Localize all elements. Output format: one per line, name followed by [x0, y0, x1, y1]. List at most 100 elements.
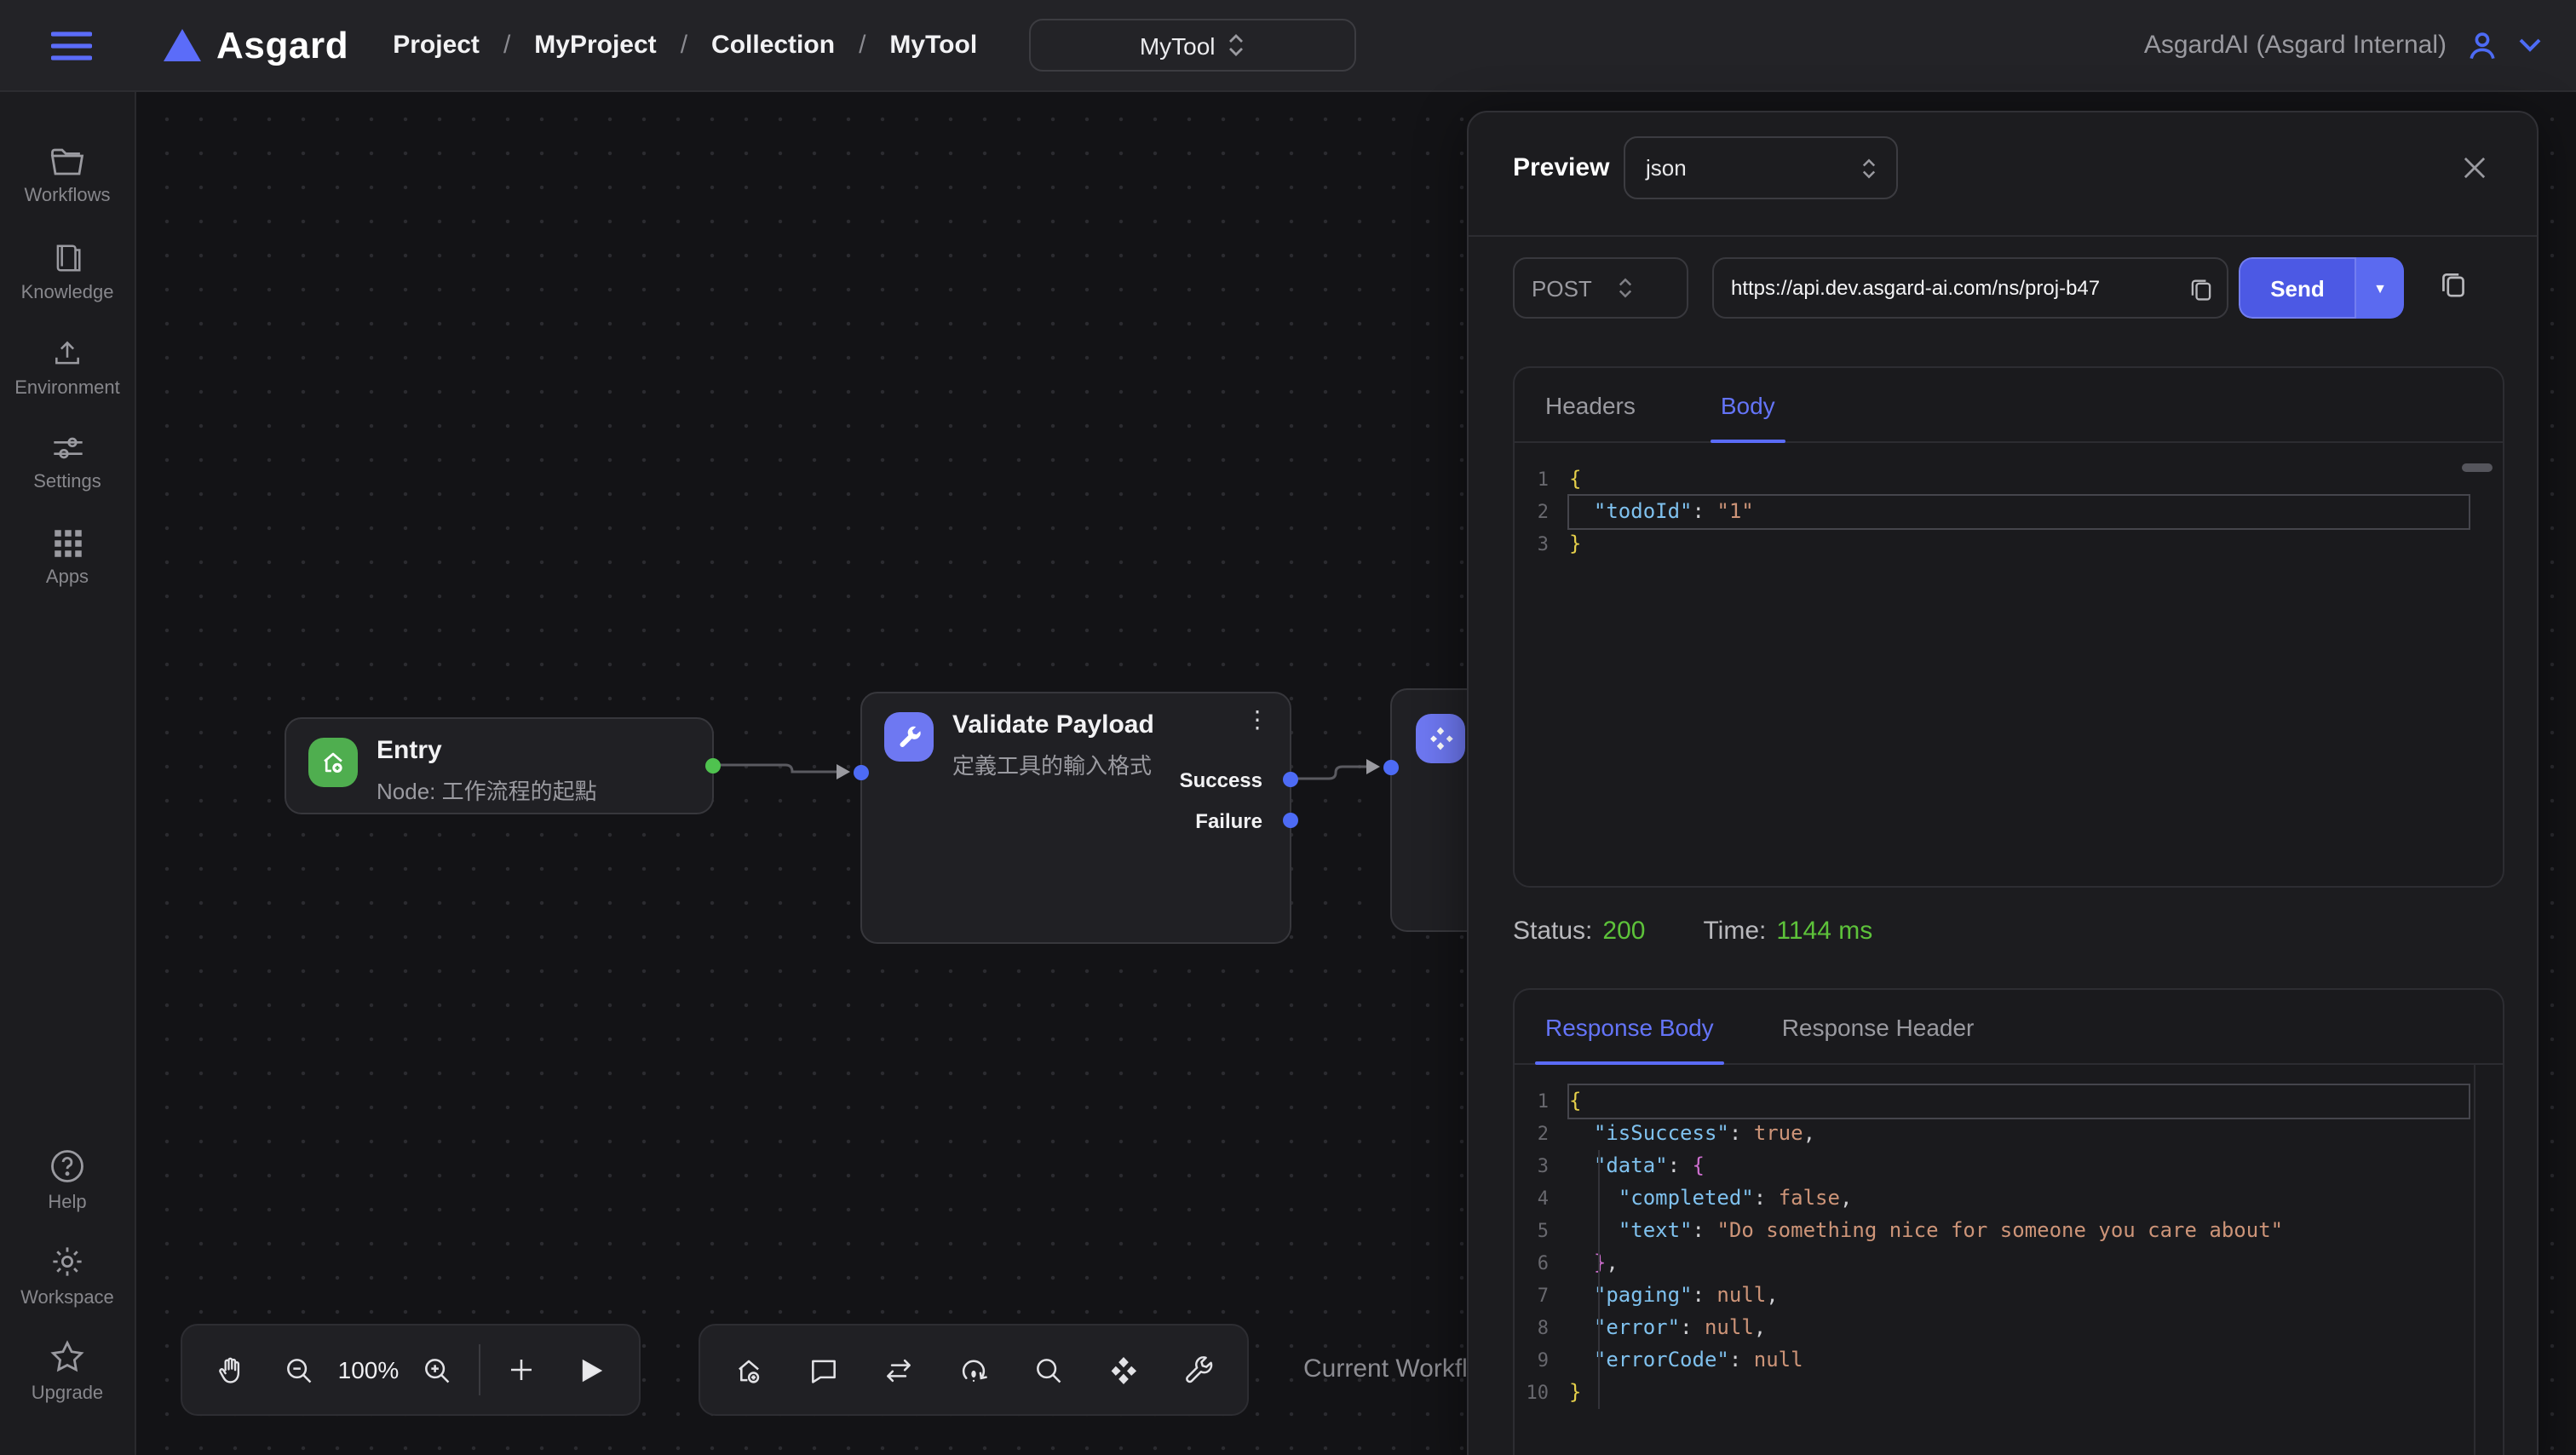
code-line[interactable]: 8 "error": null,	[1515, 1312, 2503, 1344]
chevron-down-icon[interactable]	[2518, 37, 2542, 53]
code-text: "errorCode": null	[1569, 1344, 2469, 1377]
response-card: Response Body Response Header 1{2 "isSuc…	[1513, 988, 2504, 1455]
breadcrumb-myproject[interactable]: MyProject	[534, 31, 656, 60]
output-port[interactable]	[705, 758, 721, 774]
breadcrumb-collection[interactable]: Collection	[711, 31, 835, 60]
node-entry[interactable]: Entry Node: 工作流程的起點	[285, 717, 714, 814]
sidebar-item-apps[interactable]: Apps	[0, 528, 135, 588]
chat-bubble-icon[interactable]	[785, 1332, 860, 1407]
zoom-level[interactable]: 100%	[335, 1356, 403, 1383]
format-select-value: json	[1646, 155, 1687, 181]
triangle-logo-icon	[164, 29, 201, 61]
account-area: AsgardAI (Asgard Internal)	[2144, 26, 2542, 64]
copy-response-icon[interactable]	[2440, 269, 2467, 298]
wrench-icon[interactable]	[1162, 1332, 1237, 1407]
zoom-in-icon[interactable]	[402, 1332, 471, 1407]
play-icon[interactable]	[556, 1332, 625, 1407]
tab-headers[interactable]: Headers	[1545, 368, 1636, 441]
tab-response-body[interactable]: Response Body	[1545, 990, 1714, 1063]
breadcrumb: Project / MyProject / Collection / MyToo…	[393, 31, 977, 60]
sidebar-item-upgrade[interactable]: Upgrade	[0, 1339, 135, 1404]
url-input[interactable]: https://api.dev.asgard-ai.com/ns/proj-b4…	[1712, 257, 2228, 319]
node-subtitle: Node: 工作流程的起點	[377, 774, 597, 806]
sidebar-item-help[interactable]: Help	[0, 1148, 135, 1213]
method-select-value: POST	[1532, 275, 1592, 301]
line-number: 7	[1515, 1280, 1569, 1312]
scrollbar-track[interactable]	[2474, 1065, 2475, 1455]
help-circle-icon	[49, 1148, 85, 1184]
book-icon	[51, 242, 83, 274]
folder-icon	[49, 147, 85, 177]
response-body-editor[interactable]: 1{2 "isSuccess": true,3 "data": {4 "comp…	[1515, 1065, 2503, 1409]
brand-name: Asgard	[216, 23, 348, 67]
house-plus-icon[interactable]	[710, 1332, 785, 1407]
sidebar-label: Help	[48, 1193, 86, 1213]
node-validate-payload[interactable]: Validate Payload 定義工具的輸入格式 ⋮ Success Fai…	[860, 692, 1291, 944]
canvas-zoom-toolbar: 100%	[181, 1324, 641, 1416]
line-number: 1	[1515, 1085, 1569, 1118]
request-body-editor[interactable]: 1{2 "todoId": "1"3}	[1515, 443, 2503, 561]
chevron-updown-icon	[1619, 278, 1633, 298]
wrench-icon	[884, 712, 934, 762]
code-text: "text": "Do something nice for someone y…	[1569, 1215, 2469, 1247]
sidebar-label: Knowledge	[21, 283, 114, 303]
pan-hand-icon[interactable]	[196, 1332, 265, 1407]
code-line[interactable]: 1{	[1515, 1085, 2503, 1118]
input-port[interactable]	[1383, 760, 1399, 775]
menu-icon[interactable]	[51, 30, 92, 60]
sidebar-item-environment[interactable]: Environment	[0, 337, 135, 399]
code-line[interactable]: 2 "todoId": "1"	[1515, 496, 2503, 528]
time-value: 1144 ms	[1776, 917, 1872, 946]
sidebar-label: Workflows	[24, 186, 110, 206]
close-icon[interactable]	[2464, 157, 2486, 179]
format-select[interactable]: json	[1624, 136, 1898, 199]
node-toolbar	[699, 1324, 1249, 1416]
code-line[interactable]: 7 "paging": null,	[1515, 1280, 2503, 1312]
sidebar-label: Settings	[33, 472, 101, 492]
code-text: "data": {	[1569, 1150, 2469, 1182]
code-line[interactable]: 9 "errorCode": null	[1515, 1344, 2503, 1377]
output-port-success[interactable]	[1283, 772, 1298, 787]
breadcrumb-project[interactable]: Project	[393, 31, 480, 60]
code-line[interactable]: 1{	[1515, 463, 2503, 496]
code-line[interactable]: 3 "data": {	[1515, 1150, 2503, 1182]
code-line[interactable]: 4 "completed": false,	[1515, 1182, 2503, 1215]
sidebar-item-workflows[interactable]: Workflows	[0, 147, 135, 206]
tool-selector-dropdown[interactable]: MyTool	[1028, 19, 1355, 72]
output-port-failure[interactable]	[1283, 813, 1298, 828]
method-select[interactable]: POST	[1513, 257, 1688, 319]
request-row: POST https://api.dev.asgard-ai.com/ns/pr…	[1469, 257, 2537, 319]
sidebar-item-settings[interactable]: Settings	[0, 433, 135, 492]
code-text: "todoId": "1"	[1569, 496, 2469, 528]
send-dropdown-button[interactable]: ▼	[2356, 257, 2404, 319]
user-icon[interactable]	[2464, 26, 2501, 64]
zoom-out-icon[interactable]	[265, 1332, 334, 1407]
code-line[interactable]: 3}	[1515, 528, 2503, 561]
code-text: "error": null,	[1569, 1312, 2469, 1344]
breadcrumb-mytool[interactable]: MyTool	[889, 31, 977, 60]
port-label-failure: Failure	[1195, 809, 1262, 833]
tab-body[interactable]: Body	[1721, 368, 1775, 441]
scrollbar-thumb[interactable]	[2462, 463, 2493, 472]
diamond-dots-icon[interactable]	[1087, 1332, 1162, 1407]
response-tabs: Response Body Response Header	[1515, 990, 2503, 1065]
plus-icon[interactable]	[486, 1332, 555, 1407]
code-line[interactable]: 5 "text": "Do something nice for someone…	[1515, 1215, 2503, 1247]
swap-arrows-icon[interactable]	[861, 1332, 936, 1407]
search-icon[interactable]	[1011, 1332, 1086, 1407]
brand-logo[interactable]: Asgard	[164, 23, 348, 67]
code-line[interactable]: 10}	[1515, 1377, 2503, 1409]
send-button[interactable]: Send	[2239, 257, 2356, 319]
sidebar-item-knowledge[interactable]: Knowledge	[0, 242, 135, 303]
code-line[interactable]: 6 },	[1515, 1247, 2503, 1280]
panel-title: Preview	[1513, 153, 1609, 182]
copy-url-icon[interactable]	[2189, 275, 2213, 301]
preview-panel: Preview json POST https://api.dev.asgard…	[1467, 111, 2539, 1455]
input-port[interactable]	[854, 765, 869, 780]
kebab-menu-icon[interactable]: ⋮	[1245, 714, 1269, 724]
iteration-icon[interactable]	[936, 1332, 1011, 1407]
tab-response-header[interactable]: Response Header	[1782, 990, 1975, 1063]
sidebar-item-workspace[interactable]: Workspace	[0, 1244, 135, 1308]
request-card: Headers Body 1{2 "todoId": "1"3}	[1513, 366, 2504, 888]
code-line[interactable]: 2 "isSuccess": true,	[1515, 1118, 2503, 1150]
